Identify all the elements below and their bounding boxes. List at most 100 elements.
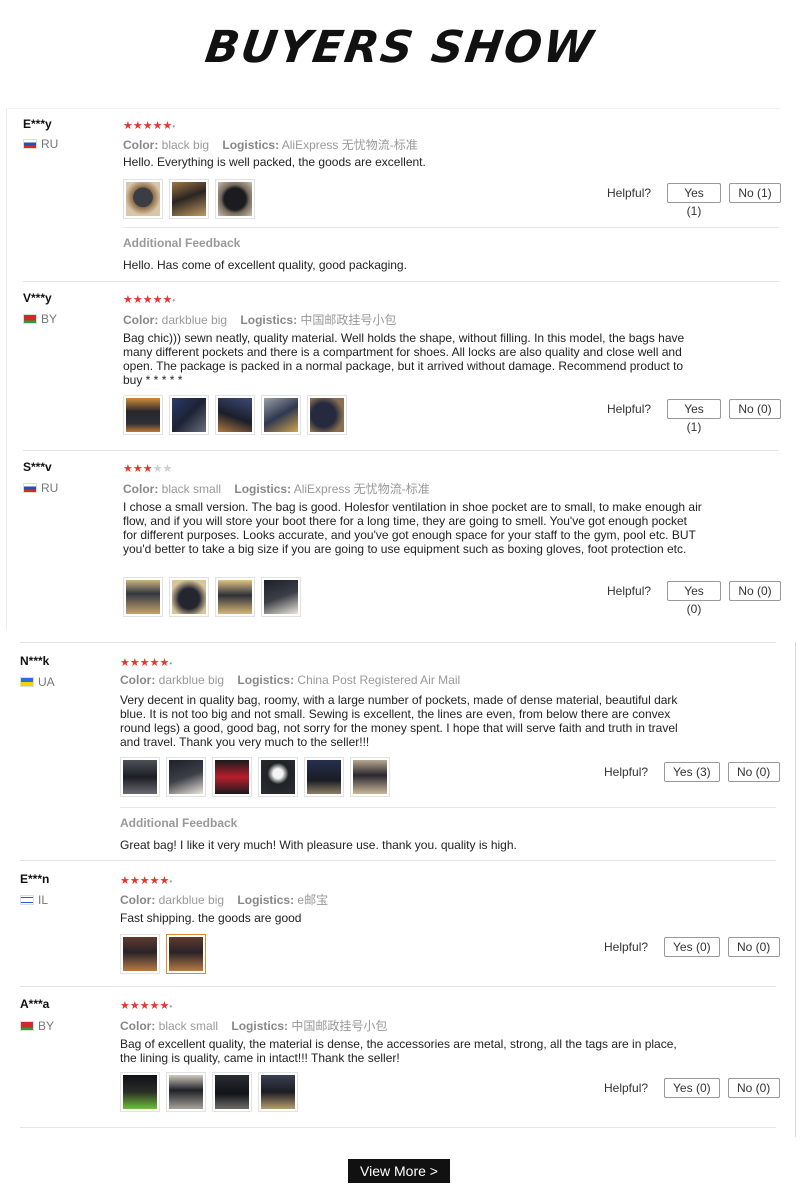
helpful-label: Helpful? <box>604 765 649 779</box>
country-code: RU <box>41 137 59 151</box>
review-panel-top: E***y RU ★★★★★• Color: black big Logisti… <box>6 108 781 631</box>
review-meta: Color: darkblue big Logistics: 中国邮政挂号小包 <box>123 311 396 328</box>
star-rating: ★★★★★• <box>123 120 176 132</box>
helpful-yes-button[interactable]: Yes (3) <box>664 762 720 782</box>
review-image-thumb-selected[interactable] <box>166 934 206 974</box>
logistics-value: 中国邮政挂号小包 <box>300 313 397 327</box>
helpful-no-button[interactable]: No (1) <box>729 183 781 203</box>
review-image-thumb[interactable] <box>120 757 160 797</box>
review-item: E***y RU ★★★★★• Color: black big Logisti… <box>7 109 781 281</box>
additional-feedback-text: Great bag! I like it very much! With ple… <box>120 838 517 852</box>
helpful-yes-button[interactable]: Yes (1) <box>667 183 721 218</box>
country-code: BY <box>38 1019 55 1033</box>
helpful-yes-button[interactable]: Yes (0) <box>667 581 721 616</box>
review-image-thumb[interactable] <box>169 577 209 617</box>
helpful-yes-button[interactable]: Yes (0) <box>664 937 720 957</box>
review-text: I chose a small version. The bag is good… <box>123 500 702 556</box>
color-value: black big <box>161 138 210 152</box>
star-icon: ★★★★★ <box>123 294 173 306</box>
helpful-yes-button[interactable]: Yes (1) <box>667 399 721 434</box>
review-image-thumb[interactable] <box>261 395 301 435</box>
review-image-thumb[interactable] <box>212 757 252 797</box>
review-image-thumb[interactable] <box>123 577 163 617</box>
review-meta: Color: darkblue big Logistics: e邮宝 <box>120 891 328 908</box>
helpful-no-button[interactable]: No (0) <box>729 581 781 601</box>
review-text: Fast shipping. the goods are good <box>120 911 302 925</box>
flag-icon <box>23 483 37 493</box>
logistics-value: China Post Registered Air Mail <box>297 673 461 687</box>
review-image-thumb[interactable] <box>215 577 255 617</box>
country-code: UA <box>38 675 55 689</box>
logistics-label: Logistics: <box>240 313 298 327</box>
helpful-label: Helpful? <box>607 402 652 416</box>
review-item: A***a BY ★★★★★• Color: black small Logis… <box>0 987 780 1127</box>
review-images <box>123 395 347 435</box>
helpful-no-button[interactable]: No (0) <box>727 1078 780 1098</box>
review-image-thumb[interactable] <box>123 179 163 219</box>
helpful-vote: Helpful? Yes (3) No (0) <box>604 762 780 782</box>
review-image-thumb[interactable] <box>169 179 209 219</box>
color-label: Color: <box>123 138 159 152</box>
review-item: E***n IL ★★★★★• Color: darkblue big Logi… <box>0 861 780 986</box>
star-rating: ★★★★★ <box>123 463 172 475</box>
additional-feedback-title: Additional Feedback <box>120 816 238 830</box>
review-image-thumb[interactable] <box>261 577 301 617</box>
helpful-label: Helpful? <box>604 1081 649 1095</box>
helpful-no-button[interactable]: No (0) <box>727 762 780 782</box>
reviewer-country: BY <box>20 1019 54 1033</box>
review-image-thumb[interactable] <box>166 1072 206 1112</box>
reviewer-name: V***y <box>23 291 52 305</box>
helpful-label: Helpful? <box>607 584 652 598</box>
review-separator <box>20 1127 776 1128</box>
color-label: Color: <box>123 313 159 327</box>
helpful-no-button[interactable]: No (0) <box>729 399 781 419</box>
review-image-thumb[interactable] <box>169 395 209 435</box>
review-image-thumb[interactable] <box>123 395 163 435</box>
review-meta: Color: black small Logistics: 中国邮政挂号小包 <box>120 1017 387 1034</box>
view-more-button[interactable]: View More > <box>348 1159 450 1183</box>
review-image-thumb[interactable] <box>258 1072 298 1112</box>
helpful-no-button[interactable]: No (0) <box>727 937 780 957</box>
reviewer-country: IL <box>20 893 48 907</box>
review-image-thumb[interactable] <box>166 757 206 797</box>
additional-feedback-title: Additional Feedback <box>123 236 241 250</box>
helpful-yes-button[interactable]: Yes (0) <box>664 1078 720 1098</box>
flag-icon <box>20 1021 34 1031</box>
helpful-label: Helpful? <box>604 940 649 954</box>
logistics-value: e邮宝 <box>297 893 329 907</box>
reviewer-country: UA <box>20 675 55 689</box>
color-value: darkblue big <box>161 313 228 327</box>
reviewer-name: N***k <box>20 654 50 668</box>
country-code: RU <box>41 481 59 495</box>
color-label: Color: <box>120 893 156 907</box>
star-icon: ★★★★★ <box>120 657 170 669</box>
review-text: Very decent in quality bag, roomy, with … <box>120 693 678 749</box>
logistics-label: Logistics: <box>222 138 280 152</box>
review-item: S***v RU ★★★★★ Color: black small Logist… <box>7 451 781 631</box>
review-image-thumb[interactable] <box>120 934 160 974</box>
helpful-vote: Helpful? Yes (1) No (0) <box>607 399 781 434</box>
review-image-thumb[interactable] <box>120 1072 160 1112</box>
star-rating: ★★★★★• <box>120 657 173 669</box>
color-value: darkblue big <box>158 893 225 907</box>
logistics-value: 中国邮政挂号小包 <box>291 1019 388 1033</box>
logistics-label: Logistics: <box>231 1019 289 1033</box>
review-image-thumb[interactable] <box>215 179 255 219</box>
review-images <box>123 577 301 617</box>
review-image-thumb[interactable] <box>212 1072 252 1112</box>
color-value: black small <box>161 482 222 496</box>
review-image-thumb[interactable] <box>215 395 255 435</box>
review-image-thumb[interactable] <box>307 395 347 435</box>
reviewer-name: S***v <box>23 460 52 474</box>
star-icon: ★★★★★ <box>120 1000 170 1012</box>
review-image-thumb[interactable] <box>258 757 298 797</box>
logistics-label: Logistics: <box>237 893 295 907</box>
review-image-thumb[interactable] <box>350 757 390 797</box>
reviewer-name: E***n <box>20 872 50 886</box>
star-rating: ★★★★★• <box>120 875 173 887</box>
review-panel-bottom: N***k UA ★★★★★• Color: darkblue big Logi… <box>0 642 800 1140</box>
country-code: IL <box>38 893 49 907</box>
reviewer-country: RU <box>23 137 58 151</box>
review-image-thumb[interactable] <box>304 757 344 797</box>
flag-icon <box>20 895 34 905</box>
